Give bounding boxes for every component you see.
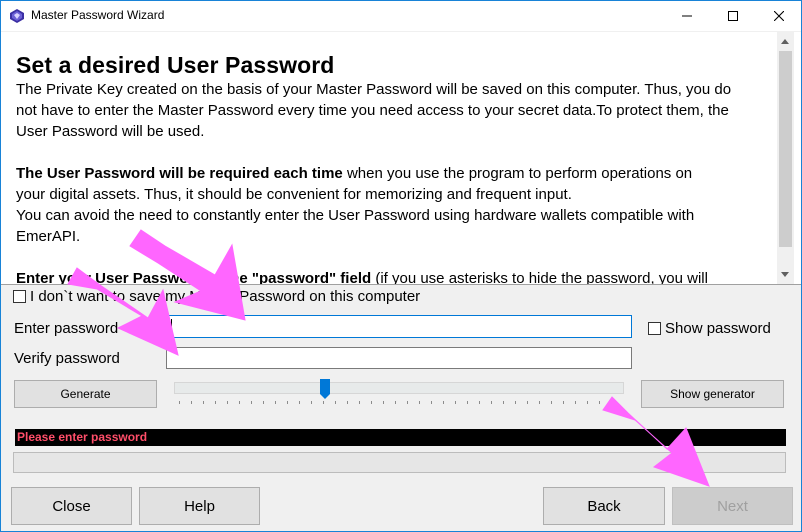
close-icon — [774, 11, 784, 21]
close-button[interactable]: Close — [11, 487, 132, 525]
wizard-window: Master Password Wizard Set a desired Use… — [0, 0, 802, 532]
show-password-label: Show password — [665, 320, 771, 337]
slider-tick — [467, 401, 468, 404]
dont-save-checkbox-row[interactable]: I don`t want to save my Master Password … — [13, 288, 420, 305]
slider-tick — [491, 401, 492, 404]
slider-tick — [347, 401, 348, 404]
slider-tick — [191, 401, 192, 404]
slider-tick — [431, 401, 432, 404]
slider-tick — [419, 401, 420, 404]
app-icon — [10, 9, 24, 23]
slider-tick — [443, 401, 444, 404]
verify-password-label: Verify password — [14, 350, 120, 367]
slider-tick — [335, 401, 336, 404]
info-paragraph-3: Enter your User Password in the "passwor… — [16, 270, 708, 284]
enter-password-input[interactable] — [166, 315, 632, 338]
title-bar: Master Password Wizard — [1, 1, 801, 31]
info-paragraph-1: The Private Key created on the basis of … — [16, 81, 732, 140]
footer-bar: Close Help Back Next — [1, 480, 801, 531]
slider-tick — [239, 401, 240, 404]
slider-tick — [539, 401, 540, 404]
window-title: Master Password Wizard — [31, 8, 165, 22]
show-password-checkbox[interactable] — [648, 322, 661, 335]
verify-password-input[interactable] — [166, 347, 632, 369]
slider-tick — [395, 401, 396, 404]
maximize-icon — [728, 11, 738, 21]
slider-tick — [503, 401, 504, 404]
minimize-icon — [682, 15, 692, 17]
generate-button[interactable]: Generate — [14, 380, 157, 408]
slider-tick — [359, 401, 360, 404]
slider-tick — [263, 401, 264, 404]
slider-tick — [251, 401, 252, 404]
slider-tick — [287, 401, 288, 404]
back-button[interactable]: Back — [543, 487, 665, 525]
progress-bar — [13, 452, 786, 473]
close-window-button[interactable] — [756, 1, 801, 31]
vertical-scrollbar[interactable] — [777, 32, 794, 284]
info-paragraph-2: The User Password will be required each … — [16, 165, 695, 245]
scroll-down-icon[interactable] — [781, 272, 789, 277]
enter-password-label: Enter password — [14, 320, 119, 337]
status-bar: Please enter password — [15, 429, 786, 446]
slider-tick — [611, 401, 612, 404]
slider-tick — [311, 401, 312, 404]
password-length-slider[interactable] — [174, 382, 624, 394]
slider-tick — [179, 401, 180, 404]
info-text-panel: Set a desired User Password The Private … — [1, 32, 801, 284]
slider-tick — [515, 401, 516, 404]
slider-tick — [299, 401, 300, 404]
slider-tick — [323, 401, 324, 404]
slider-tick — [407, 401, 408, 404]
maximize-button[interactable] — [710, 1, 756, 31]
slider-ticks — [179, 401, 619, 406]
slider-tick — [575, 401, 576, 404]
slider-tick — [587, 401, 588, 404]
slider-tick — [371, 401, 372, 404]
slider-tick — [551, 401, 552, 404]
slider-tick — [563, 401, 564, 404]
help-button[interactable]: Help — [139, 487, 260, 525]
dont-save-checkbox[interactable] — [13, 290, 26, 303]
slider-tick — [275, 401, 276, 404]
slider-tick — [599, 401, 600, 404]
minimize-button[interactable] — [664, 1, 710, 31]
slider-tick — [383, 401, 384, 404]
divider — [1, 284, 801, 285]
next-button[interactable]: Next — [672, 487, 793, 525]
scroll-up-icon[interactable] — [781, 39, 789, 44]
page-title: Set a desired User Password — [16, 52, 335, 78]
show-password-checkbox-row[interactable]: Show password — [648, 320, 771, 337]
slider-tick — [527, 401, 528, 404]
slider-tick — [455, 401, 456, 404]
status-message: Please enter password — [17, 430, 148, 444]
slider-tick — [479, 401, 480, 404]
slider-tick — [227, 401, 228, 404]
slider-tick — [203, 401, 204, 404]
slider-thumb[interactable] — [320, 379, 330, 399]
show-generator-button[interactable]: Show generator — [641, 380, 784, 408]
dont-save-label: I don`t want to save my Master Password … — [30, 288, 421, 305]
text-caret — [171, 319, 172, 333]
slider-tick — [215, 401, 216, 404]
scrollbar-thumb[interactable] — [779, 51, 792, 247]
